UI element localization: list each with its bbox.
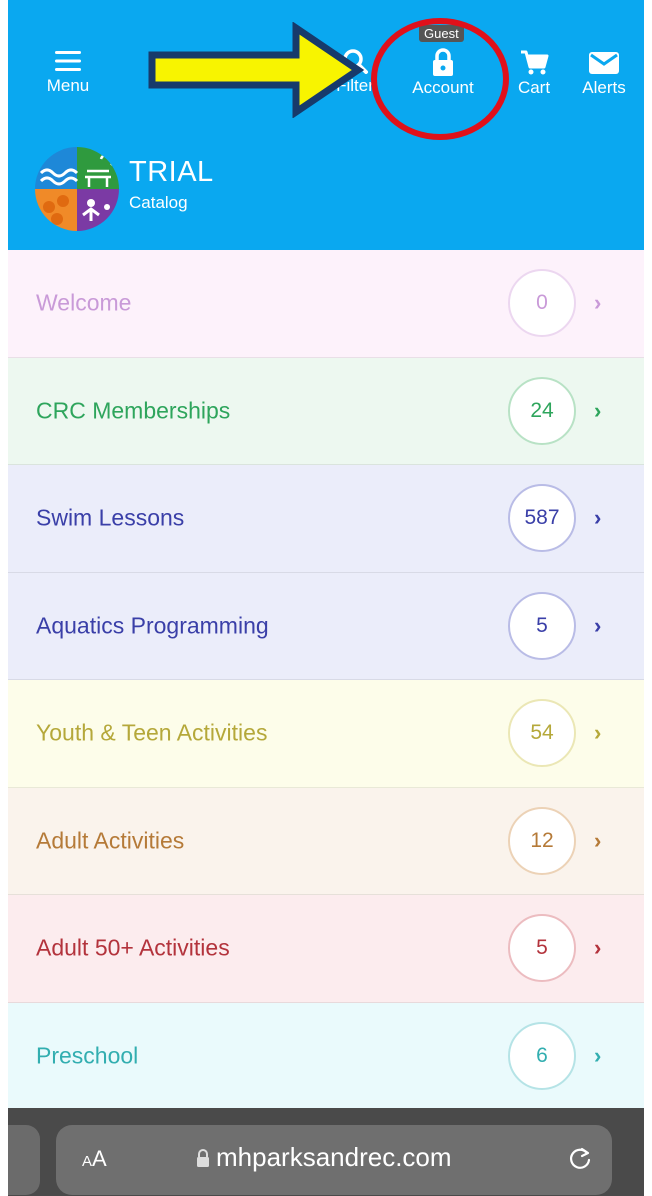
lock-icon (197, 1149, 209, 1167)
category-count-badge: 0 (508, 269, 576, 338)
category-name: Welcome (36, 289, 132, 316)
category-name: Preschool (36, 1042, 139, 1069)
chevron-right-icon: › (594, 720, 602, 746)
chevron-right-icon: › (594, 290, 602, 316)
annotation-arrow-icon (148, 22, 365, 118)
category-row-youth-teen[interactable]: Youth & Teen Activities 54 › (8, 680, 644, 788)
annotation-circle (371, 18, 509, 140)
category-row-swim-lessons[interactable]: Swim Lessons 587 › (8, 465, 644, 573)
category-row-aquatics-programming[interactable]: Aquatics Programming 5 › (8, 572, 644, 680)
category-name: Adult Activities (36, 827, 185, 854)
chevron-right-icon: › (594, 1042, 602, 1068)
brand-subtitle: Catalog (129, 193, 188, 212)
category-count-badge: 5 (508, 591, 576, 660)
app-logo (35, 147, 119, 231)
alerts-label: Alerts (582, 78, 626, 97)
address-bar[interactable]: AA mhparksandrec.com (56, 1125, 612, 1195)
chevron-right-icon: › (594, 827, 602, 853)
chevron-right-icon: › (594, 935, 602, 961)
category-row-adult-activities[interactable]: Adult Activities 12 › (8, 787, 644, 895)
app-frame: Menu Filter Account Cart Alerts Guest TR… (8, 0, 644, 1196)
browser-toolbar: AA mhparksandrec.com (8, 1108, 644, 1196)
previous-tab-peek[interactable] (8, 1125, 40, 1195)
category-count-badge: 54 (508, 699, 576, 768)
brand-title: TRIAL (129, 156, 214, 188)
category-count-badge: 6 (508, 1021, 576, 1090)
category-name: Youth & Teen Activities (36, 719, 268, 746)
category-name: Swim Lessons (36, 504, 185, 531)
category-count-badge: 587 (508, 484, 576, 553)
category-list: Welcome 0 › CRC Memberships 24 › Swim Le… (8, 250, 644, 1110)
menu-button[interactable]: Menu (38, 48, 98, 96)
category-name: CRC Memberships (36, 397, 231, 424)
text-size-button[interactable]: AA (82, 1146, 107, 1172)
chevron-right-icon: › (594, 397, 602, 423)
chevron-right-icon: › (594, 505, 602, 531)
category-name: Aquatics Programming (36, 612, 269, 639)
hamburger-icon (55, 51, 81, 71)
category-count-badge: 12 (508, 806, 576, 875)
app-header: Menu Filter Account Cart Alerts Guest TR… (8, 0, 644, 250)
category-row-adult-50-plus[interactable]: Adult 50+ Activities 5 › (8, 895, 644, 1003)
category-count-badge: 5 (508, 914, 576, 983)
category-row-crc-memberships[interactable]: CRC Memberships 24 › (8, 357, 644, 465)
category-row-preschool[interactable]: Preschool 6 › (8, 1002, 644, 1110)
menu-label: Menu (46, 76, 90, 95)
cart-icon (521, 50, 549, 75)
category-count-badge: 24 (508, 376, 576, 445)
reload-icon[interactable] (566, 1142, 594, 1172)
url-text: mhparksandrec.com (216, 1142, 452, 1172)
cart-label: Cart (517, 78, 551, 97)
category-name: Adult 50+ Activities (36, 934, 230, 961)
cart-button[interactable]: Cart (504, 48, 564, 98)
chevron-right-icon: › (594, 612, 602, 638)
mail-icon (589, 52, 619, 74)
alerts-button[interactable]: Alerts (568, 48, 640, 98)
category-row-welcome[interactable]: Welcome 0 › (8, 250, 644, 358)
